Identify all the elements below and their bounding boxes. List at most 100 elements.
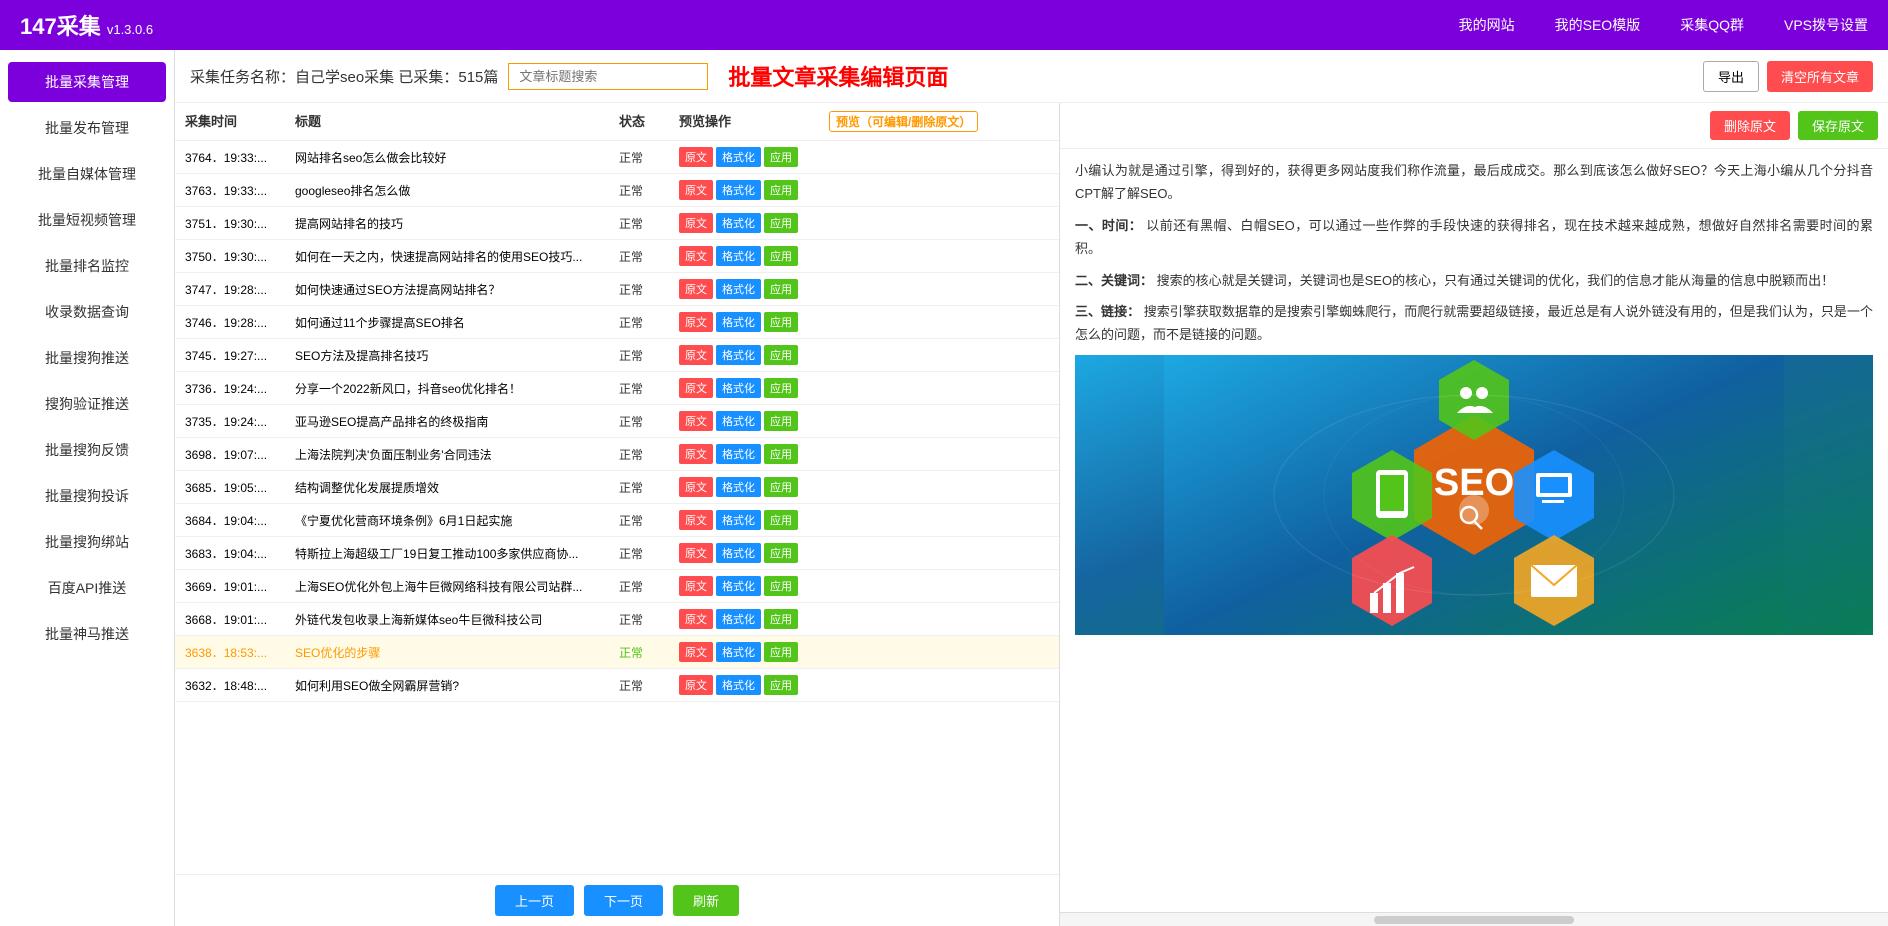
content-section1: 一、时间： 以前还有黑帽、白帽SEO，可以通过一些作弊的手段快速的获得排名，现在… xyxy=(1075,214,1873,261)
ge-button[interactable]: 格式化 xyxy=(716,510,761,530)
ge-button[interactable]: 格式化 xyxy=(716,444,761,464)
sidebar-item-video-manage[interactable]: 批量短视频管理 xyxy=(8,200,166,240)
right-panel-horizontal-scroll[interactable] xyxy=(1060,912,1888,926)
refresh-button[interactable]: 刷新 xyxy=(673,885,739,916)
row-time: 3747．19:28:... xyxy=(185,281,295,298)
yuan-button[interactable]: 原文 xyxy=(679,642,713,662)
ying-button[interactable]: 应用 xyxy=(764,444,798,464)
yuan-button[interactable]: 原文 xyxy=(679,246,713,266)
ge-button[interactable]: 格式化 xyxy=(716,675,761,695)
sidebar-item-publish-manage[interactable]: 批量发布管理 xyxy=(8,108,166,148)
delete-original-button[interactable]: 删除原文 xyxy=(1710,111,1790,140)
ying-button[interactable]: 应用 xyxy=(764,180,798,200)
sidebar-item-sogou-complaint[interactable]: 批量搜狗投诉 xyxy=(8,476,166,516)
sidebar-item-sogou-bind[interactable]: 批量搜狗绑站 xyxy=(8,522,166,562)
yuan-button[interactable]: 原文 xyxy=(679,213,713,233)
row-time: 3735．19:24:... xyxy=(185,413,295,430)
table-area: 采集时间 标题 状态 预览操作 预览（可编辑/删除原文） 3764．19:33:… xyxy=(175,103,1060,926)
sidebar-item-sogou-feedback[interactable]: 批量搜狗反馈 xyxy=(8,430,166,470)
yuan-button[interactable]: 原文 xyxy=(679,609,713,629)
ge-button[interactable]: 格式化 xyxy=(716,279,761,299)
ying-button[interactable]: 应用 xyxy=(764,279,798,299)
table-row: 3747．19:28:... 如何快速通过SEO方法提高网站排名？ 正常 原文 … xyxy=(175,273,1059,306)
yuan-button[interactable]: 原文 xyxy=(679,510,713,530)
main-content: 采集任务名称：自己学seo采集 已采集：515篇 批量文章采集编辑页面 导出 清… xyxy=(175,50,1888,926)
ying-button[interactable]: 应用 xyxy=(764,411,798,431)
ge-button[interactable]: 格式化 xyxy=(716,378,761,398)
sidebar-item-sogou-verify[interactable]: 搜狗验证推送 xyxy=(8,384,166,424)
ying-button[interactable]: 应用 xyxy=(764,576,798,596)
ge-button[interactable]: 格式化 xyxy=(716,312,761,332)
table-row: 3745．19:27:... SEO方法及提高排名技巧 正常 原文 格式化 应用 xyxy=(175,339,1059,372)
yuan-button[interactable]: 原文 xyxy=(679,378,713,398)
ying-button[interactable]: 应用 xyxy=(764,312,798,332)
export-button[interactable]: 导出 xyxy=(1703,61,1759,92)
ying-button[interactable]: 应用 xyxy=(764,477,798,497)
ge-button[interactable]: 格式化 xyxy=(716,180,761,200)
ge-button[interactable]: 格式化 xyxy=(716,576,761,596)
ying-button[interactable]: 应用 xyxy=(764,378,798,398)
preview-edit-badge[interactable]: 预览（可编辑/删除原文） xyxy=(829,111,978,132)
ge-button[interactable]: 格式化 xyxy=(716,543,761,563)
save-original-button[interactable]: 保存原文 xyxy=(1798,111,1878,140)
yuan-button[interactable]: 原文 xyxy=(679,180,713,200)
row-status: 正常 xyxy=(619,446,679,463)
yuan-button[interactable]: 原文 xyxy=(679,543,713,563)
ying-button[interactable]: 应用 xyxy=(764,147,798,167)
sidebar-item-data-query[interactable]: 收录数据查询 xyxy=(8,292,166,332)
ge-button[interactable]: 格式化 xyxy=(716,345,761,365)
row-title: googleseo排名怎么做 xyxy=(295,182,619,199)
row-time: 3698．19:07:... xyxy=(185,446,295,463)
next-page-button[interactable]: 下一页 xyxy=(584,885,663,916)
nav-vps-setting[interactable]: VPS拨号设置 xyxy=(1784,15,1868,35)
ying-button[interactable]: 应用 xyxy=(764,642,798,662)
ying-button[interactable]: 应用 xyxy=(764,246,798,266)
header: 147采集 v1.3.0.6 我的网站 我的SEO模版 采集QQ群 VPS拨号设… xyxy=(0,0,1888,50)
clear-all-button[interactable]: 清空所有文章 xyxy=(1767,61,1873,92)
yuan-button[interactable]: 原文 xyxy=(679,345,713,365)
sidebar-item-collect-manage[interactable]: 批量采集管理 xyxy=(8,62,166,102)
sidebar-item-baidu-api[interactable]: 百度API推送 xyxy=(8,568,166,608)
sidebar-item-rank-monitor[interactable]: 批量排名监控 xyxy=(8,246,166,286)
row-actions: 原文 格式化 应用 xyxy=(679,675,829,695)
row-actions: 原文 格式化 应用 xyxy=(679,213,829,233)
app-logo: 147采集 v1.3.0.6 xyxy=(20,9,153,41)
ying-button[interactable]: 应用 xyxy=(764,345,798,365)
nav-my-site[interactable]: 我的网站 xyxy=(1459,15,1515,35)
yuan-button[interactable]: 原文 xyxy=(679,312,713,332)
sidebar-item-media-manage[interactable]: 批量自媒体管理 xyxy=(8,154,166,194)
row-actions: 原文 格式化 应用 xyxy=(679,147,829,167)
sidebar-item-shenma-push[interactable]: 批量神马推送 xyxy=(8,614,166,654)
ying-button[interactable]: 应用 xyxy=(764,675,798,695)
row-status: 正常 xyxy=(619,248,679,265)
yuan-button[interactable]: 原文 xyxy=(679,576,713,596)
ge-button[interactable]: 格式化 xyxy=(716,213,761,233)
ge-button[interactable]: 格式化 xyxy=(716,642,761,662)
yuan-button[interactable]: 原文 xyxy=(679,279,713,299)
yuan-button[interactable]: 原文 xyxy=(679,411,713,431)
ge-button[interactable]: 格式化 xyxy=(716,609,761,629)
ge-button[interactable]: 格式化 xyxy=(716,147,761,167)
ge-button[interactable]: 格式化 xyxy=(716,246,761,266)
ying-button[interactable]: 应用 xyxy=(764,609,798,629)
table-row: 3632．18:48:... 如何利用SEO做全网霸屏营销? 正常 原文 格式化… xyxy=(175,669,1059,702)
sidebar-item-sogou-push[interactable]: 批量搜狗推送 xyxy=(8,338,166,378)
yuan-button[interactable]: 原文 xyxy=(679,444,713,464)
search-input[interactable] xyxy=(508,63,708,90)
nav-my-seo[interactable]: 我的SEO模版 xyxy=(1555,15,1641,35)
ying-button[interactable]: 应用 xyxy=(764,543,798,563)
yuan-button[interactable]: 原文 xyxy=(679,675,713,695)
nav-qq-group[interactable]: 采集QQ群 xyxy=(1680,15,1744,35)
ge-button[interactable]: 格式化 xyxy=(716,477,761,497)
ying-button[interactable]: 应用 xyxy=(764,510,798,530)
row-status: 正常 xyxy=(619,347,679,364)
content-intro: 小编认为就是通过引擎，得到好的，获得更多网站度我们称作流量，最后成成交。那么到底… xyxy=(1075,159,1873,206)
content-area: 采集时间 标题 状态 预览操作 预览（可编辑/删除原文） 3764．19:33:… xyxy=(175,103,1888,926)
prev-page-button[interactable]: 上一页 xyxy=(495,885,574,916)
yuan-button[interactable]: 原文 xyxy=(679,147,713,167)
yuan-button[interactable]: 原文 xyxy=(679,477,713,497)
ying-button[interactable]: 应用 xyxy=(764,213,798,233)
page-title: 批量文章采集编辑页面 xyxy=(728,60,948,92)
row-title: 如何通过11个步骤提高SEO排名 xyxy=(295,314,619,331)
ge-button[interactable]: 格式化 xyxy=(716,411,761,431)
